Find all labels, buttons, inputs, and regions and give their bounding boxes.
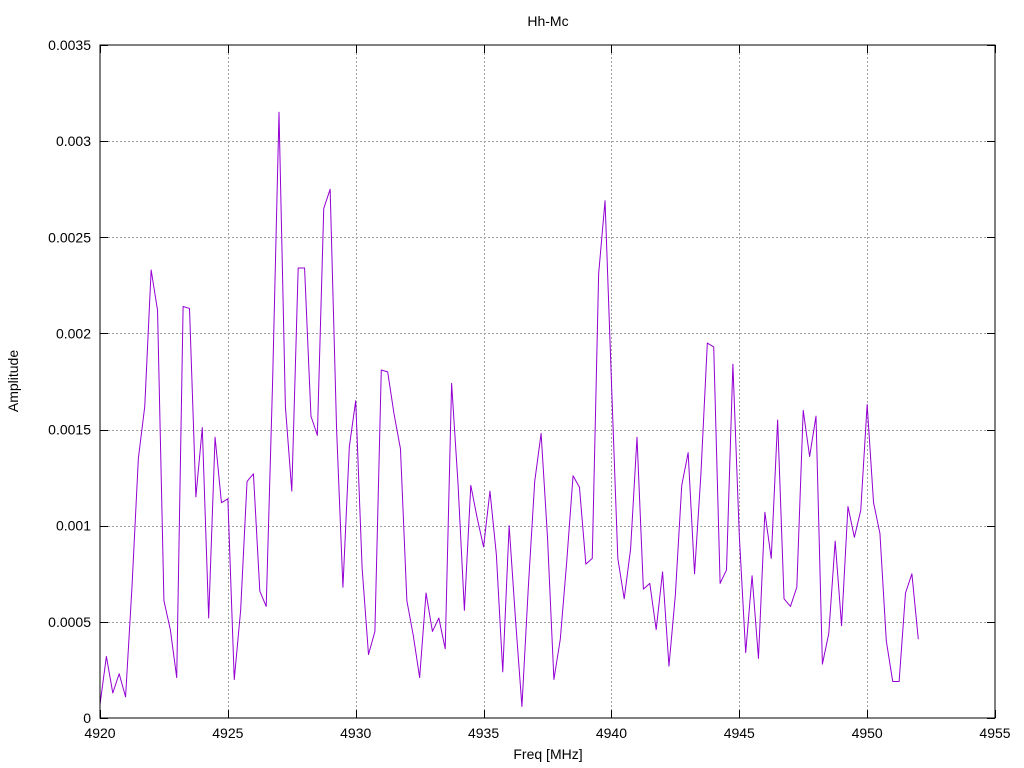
x-tick-label: 4945 (724, 725, 755, 741)
x-tick-label: 4920 (84, 725, 115, 741)
y-tick-label: 0.0025 (48, 229, 91, 245)
chart-title: Hh-Mc (527, 13, 568, 29)
y-tick-label: 0 (83, 710, 91, 726)
series-line (99, 111, 919, 707)
y-tick-label: 0.003 (56, 133, 91, 149)
x-tick-label: 4935 (468, 725, 499, 741)
x-tick-label: 4930 (340, 725, 371, 741)
plot-frame (99, 44, 996, 719)
y-tick-label: 0.0015 (48, 422, 91, 438)
x-tick-label: 4955 (979, 725, 1010, 741)
chart: 0 0.0005 0.001 0.0015 0.002 0.0025 0.003 0.0035… (5, 13, 1011, 762)
y-tick-label: 0.002 (56, 325, 91, 341)
y-tick-label: 0.0005 (48, 614, 91, 630)
y-tick-label: 0.0035 (48, 37, 91, 53)
x-tick-label: 4925 (212, 725, 243, 741)
series-layer (99, 111, 919, 707)
x-tick-label: 4940 (596, 725, 627, 741)
x-tick-label: 4950 (852, 725, 883, 741)
x-axis-label: Freq [MHz] (513, 746, 582, 762)
y-tick-label: 0.001 (56, 518, 91, 534)
y-axis-label: Amplitude (5, 350, 21, 412)
grid-layer (100, 45, 995, 718)
